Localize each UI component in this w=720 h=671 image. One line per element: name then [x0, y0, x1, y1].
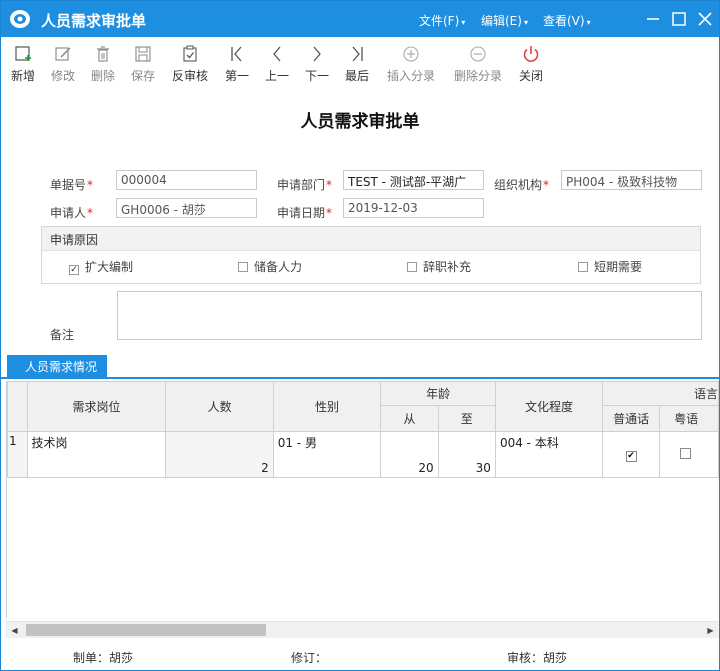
reason-expand-checkbox[interactable]: ✓ 扩大编制: [69, 258, 133, 275]
doc-no-label: 单据号*: [50, 178, 94, 192]
save-icon: [135, 46, 151, 62]
edit-button[interactable]: 修改: [49, 45, 77, 84]
scroll-right-icon[interactable]: ▶: [702, 622, 719, 639]
dept-field[interactable]: TEST - 测试部-平湖广: [343, 170, 484, 190]
first-icon: [231, 46, 242, 62]
add-icon: [15, 46, 31, 61]
delete-button[interactable]: 删除: [89, 45, 117, 84]
last-icon: [352, 46, 363, 62]
minimize-icon[interactable]: [643, 9, 663, 29]
form-title: 人员需求审批单: [300, 112, 420, 132]
remark-textarea[interactable]: [117, 291, 702, 340]
app-window: 人员需求审批单 文件(F) ▾ 编辑(E) ▾ 查看(V) ▾ 新增 修改 删除 保存…: [0, 0, 720, 671]
requirements-grid: 需求岗位 人数 性别 年龄 文化程度 语言 从 至 普通话 粤语 1 技术岗 2…: [6, 381, 719, 618]
power-icon: [523, 46, 539, 62]
reason-shortterm-checkbox[interactable]: 短期需要: [578, 258, 642, 275]
maximize-icon[interactable]: [669, 9, 689, 29]
minus-circle-icon: [470, 46, 486, 62]
menu-file[interactable]: 文件(F) ▾: [419, 12, 465, 29]
applicant-field[interactable]: GH0006 - 胡莎: [116, 198, 257, 218]
date-field[interactable]: 2019-12-03: [343, 198, 484, 218]
cell-position[interactable]: 技术岗: [26, 431, 167, 478]
cell-cantonese[interactable]: [659, 431, 719, 478]
col-header-position[interactable]: 需求岗位: [26, 381, 167, 432]
row-index[interactable]: 1: [7, 431, 28, 478]
close-window-icon[interactable]: [695, 9, 715, 29]
cell-count[interactable]: 2: [165, 431, 274, 478]
tab-strip: 人员需求情况: [1, 355, 719, 379]
title-bar: 人员需求审批单 文件(F) ▾ 编辑(E) ▾ 查看(V) ▾: [1, 1, 719, 37]
app-logo-icon: [10, 10, 30, 28]
next-icon: [313, 46, 321, 62]
add-button[interactable]: 新增: [9, 45, 37, 84]
window-title: 人员需求审批单: [41, 12, 147, 30]
plus-circle-icon: [403, 46, 419, 62]
first-record-button[interactable]: 第一: [223, 45, 251, 84]
cell-age-from[interactable]: 20: [380, 431, 439, 478]
scroll-left-icon[interactable]: ◀: [6, 622, 23, 639]
footer-auditor: 审核：胡莎: [507, 651, 568, 665]
checkbox-icon: [680, 447, 692, 459]
applicant-label: 申请人*: [50, 206, 94, 220]
footer-maker: 制单：胡莎: [73, 651, 134, 665]
save-button[interactable]: 保存: [129, 45, 157, 84]
cell-gender[interactable]: 01 - 男: [272, 431, 382, 478]
unaudit-button[interactable]: 反审核: [169, 45, 211, 84]
row-header-corner: [7, 381, 28, 432]
reason-group: 申请原因 ✓ 扩大编制 储备人力 辞职补充 短期需要: [41, 226, 701, 284]
cell-education[interactable]: 004 - 本科: [494, 431, 604, 478]
org-field[interactable]: PH004 - 极致科技物: [561, 170, 702, 190]
org-label: 组织机构*: [494, 178, 550, 192]
last-record-button[interactable]: 最后: [343, 45, 371, 84]
cell-age-to[interactable]: 30: [437, 431, 496, 478]
col-header-count[interactable]: 人数: [165, 381, 274, 432]
col-header-cantonese[interactable]: 粤语: [659, 405, 719, 432]
cell-mandarin[interactable]: ✔: [602, 431, 661, 478]
dept-label: 申请部门*: [277, 178, 333, 192]
scroll-thumb[interactable]: [26, 624, 266, 636]
insert-entry-button[interactable]: 插入分录: [384, 45, 438, 84]
reason-resign-checkbox[interactable]: 辞职补充: [407, 258, 471, 275]
trash-icon: [97, 46, 109, 62]
menu-view[interactable]: 查看(V) ▾: [543, 12, 591, 29]
edit-icon: [55, 47, 71, 61]
col-header-age-from[interactable]: 从: [380, 405, 439, 432]
reason-group-title: 申请原因: [42, 227, 700, 251]
next-record-button[interactable]: 下一: [303, 45, 331, 84]
col-header-age-to[interactable]: 至: [437, 405, 496, 432]
horizontal-scrollbar[interactable]: ◀ ▶: [6, 621, 719, 638]
doc-no-field[interactable]: 000004: [116, 170, 257, 190]
menu-edit[interactable]: 编辑(E) ▾: [481, 12, 528, 29]
date-label: 申请日期*: [277, 206, 333, 220]
checkbox-checked-icon: ✓: [69, 265, 79, 275]
close-button[interactable]: 关闭: [517, 45, 545, 84]
table-row[interactable]: 1 技术岗 2 01 - 男 20 30 004 - 本科 ✔: [7, 431, 719, 478]
col-header-education[interactable]: 文化程度: [494, 381, 604, 432]
col-header-language[interactable]: 语言: [602, 381, 719, 406]
tab-staff-requirements[interactable]: 人员需求情况: [7, 355, 108, 377]
col-header-gender[interactable]: 性别: [272, 381, 382, 432]
toolbar: 新增 修改 删除 保存 反审核 第一 上一 下一 最后 插入分录 删除分录 关闭: [1, 37, 719, 91]
prev-icon: [273, 46, 281, 62]
checkbox-checked-icon: ✔: [625, 451, 637, 462]
checkbox-icon: [578, 262, 588, 272]
col-header-mandarin[interactable]: 普通话: [602, 405, 661, 432]
footer-revise: 修订：: [291, 651, 328, 665]
remark-label: 备注: [50, 328, 75, 342]
reason-reserve-checkbox[interactable]: 储备人力: [238, 258, 302, 275]
prev-record-button[interactable]: 上一: [263, 45, 291, 84]
delete-entry-button[interactable]: 删除分录: [451, 45, 505, 84]
col-header-age[interactable]: 年龄: [380, 381, 496, 406]
checkbox-icon: [407, 262, 417, 272]
checkbox-icon: [238, 262, 248, 272]
unaudit-icon: [183, 45, 197, 62]
